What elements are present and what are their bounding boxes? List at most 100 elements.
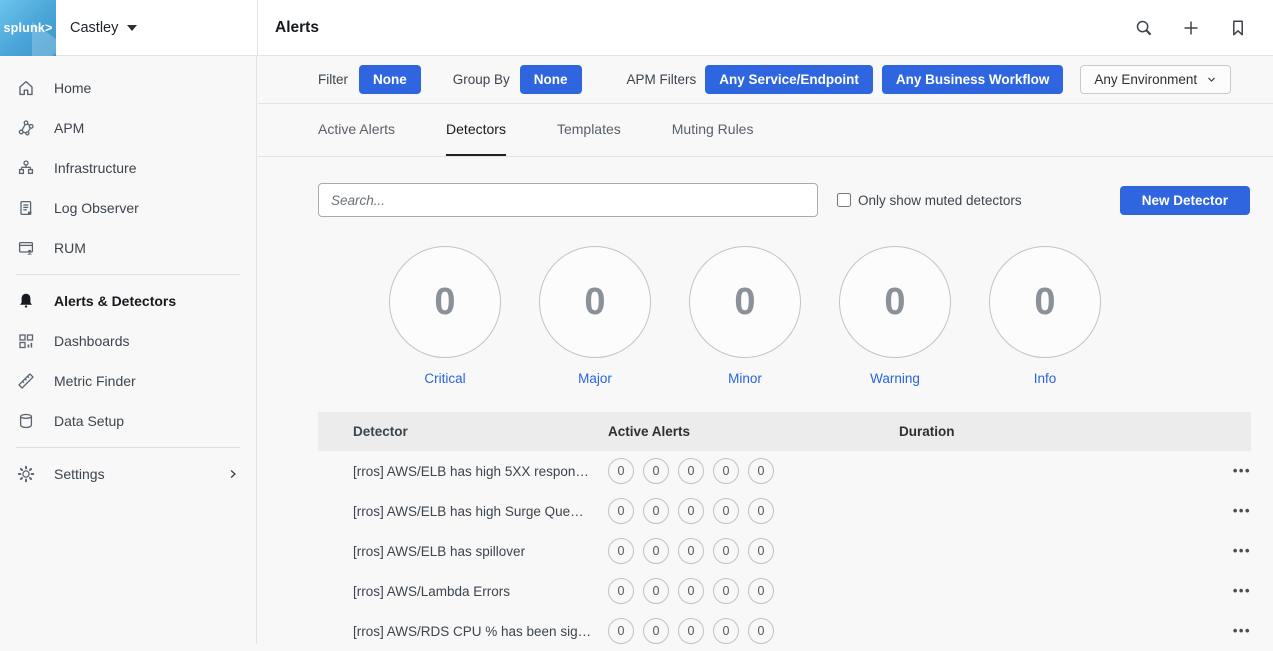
apm-icon xyxy=(17,119,35,137)
new-detector-button[interactable]: New Detector xyxy=(1120,186,1250,215)
sidebar-item-label: Alerts & Detectors xyxy=(54,293,240,309)
table-row: [rros] AWS/ELB has high 5XX respon… 0000… xyxy=(318,451,1251,491)
severity-label-link[interactable]: Major xyxy=(578,371,612,386)
sidebar-item-apm[interactable]: APM xyxy=(0,108,256,148)
muted-detectors-checkbox-row[interactable]: Only show muted detectors xyxy=(837,193,1022,208)
header-divider xyxy=(257,0,258,56)
row-overflow-menu-icon[interactable]: ••• xyxy=(1233,583,1251,598)
splunk-logo[interactable]: splunk> xyxy=(0,0,56,56)
detectors-panel: Only show muted detectors New Detector 0… xyxy=(258,157,1273,651)
sidebar-item-alerts-detectors[interactable]: Alerts & Detectors xyxy=(0,281,256,321)
detectors-table: Detector Active Alerts Duration [rros] A… xyxy=(318,412,1251,651)
sidebar-item-rum[interactable]: RUM xyxy=(0,228,256,268)
row-overflow-menu-icon[interactable]: ••• xyxy=(1233,463,1251,478)
active-alert-badges: 00000 xyxy=(608,498,899,524)
detector-name-link[interactable]: [rros] AWS/RDS CPU % has been sig… xyxy=(318,624,608,639)
row-overflow-menu-icon[interactable]: ••• xyxy=(1233,623,1251,638)
filter-label: Filter xyxy=(318,72,348,87)
tabs-bar: Active Alerts Detectors Templates Muting… xyxy=(258,104,1273,157)
sidebar-item-settings[interactable]: Settings xyxy=(0,454,256,494)
alert-count-badge: 0 xyxy=(643,538,669,564)
org-switcher[interactable]: Castley xyxy=(70,20,137,36)
environment-dropdown[interactable]: Any Environment xyxy=(1080,65,1231,94)
severity-item: 0 Minor xyxy=(689,246,801,386)
row-overflow-menu-icon[interactable]: ••• xyxy=(1233,543,1251,558)
apm-service-endpoint-button[interactable]: Any Service/Endpoint xyxy=(705,65,873,94)
log-observer-icon xyxy=(17,199,35,217)
alert-count-badge: 0 xyxy=(713,578,739,604)
alert-count-badge: 0 xyxy=(608,458,634,484)
detector-name-link[interactable]: [rros] AWS/ELB has high Surge Que… xyxy=(318,504,608,519)
severity-count: 0 xyxy=(434,281,455,324)
alert-count-badge: 0 xyxy=(608,618,634,644)
severity-count-circle: 0 xyxy=(989,246,1101,358)
severity-label-link[interactable]: Minor xyxy=(728,371,762,386)
alert-count-badge: 0 xyxy=(643,458,669,484)
database-icon xyxy=(17,412,35,430)
sidebar-item-label: RUM xyxy=(54,240,240,256)
table-header: Detector Active Alerts Duration xyxy=(318,412,1251,451)
tab-muting-rules[interactable]: Muting Rules xyxy=(672,104,754,156)
severity-item: 0 Info xyxy=(989,246,1101,386)
sidebar-item-home[interactable]: Home xyxy=(0,68,256,108)
alert-count-badge: 0 xyxy=(748,578,774,604)
org-name: Castley xyxy=(70,20,118,36)
column-header-active-alerts: Active Alerts xyxy=(608,424,899,439)
sidebar-item-dashboards[interactable]: Dashboards xyxy=(0,321,256,361)
alert-count-badge: 0 xyxy=(678,618,704,644)
severity-count-circle: 0 xyxy=(839,246,951,358)
sidebar-separator xyxy=(16,274,240,275)
table-body: [rros] AWS/ELB has high 5XX respon… 0000… xyxy=(318,451,1251,651)
detectors-toolbar: Only show muted detectors New Detector xyxy=(318,183,1250,217)
row-overflow-menu-icon[interactable]: ••• xyxy=(1233,503,1251,518)
detector-name-link[interactable]: [rros] AWS/Lambda Errors xyxy=(318,584,608,599)
sidebar-item-label: Settings xyxy=(54,466,207,482)
caret-down-icon xyxy=(127,25,137,31)
alert-count-badge: 0 xyxy=(713,498,739,524)
severity-label-link[interactable]: Info xyxy=(1034,371,1057,386)
search-input[interactable] xyxy=(318,183,818,217)
tab-detectors[interactable]: Detectors xyxy=(446,104,506,156)
alert-count-badge: 0 xyxy=(678,578,704,604)
sidebar-item-label: Log Observer xyxy=(54,200,240,216)
filter-none-button[interactable]: None xyxy=(359,65,421,94)
bookmark-icon[interactable] xyxy=(1229,19,1247,37)
alert-count-badge: 0 xyxy=(678,458,704,484)
severity-item: 0 Warning xyxy=(839,246,951,386)
alert-count-badge: 0 xyxy=(643,578,669,604)
apm-business-workflow-button[interactable]: Any Business Workflow xyxy=(882,65,1064,94)
alert-count-badge: 0 xyxy=(608,578,634,604)
active-alert-badges: 00000 xyxy=(608,458,899,484)
severity-label-link[interactable]: Warning xyxy=(870,371,920,386)
sidebar-separator xyxy=(16,447,240,448)
sidebar-item-metric-finder[interactable]: Metric Finder xyxy=(0,361,256,401)
chevron-down-icon xyxy=(1206,74,1217,85)
tab-active-alerts[interactable]: Active Alerts xyxy=(318,104,395,156)
alert-count-badge: 0 xyxy=(748,618,774,644)
group-by-label: Group By xyxy=(453,72,510,87)
severity-count: 0 xyxy=(584,281,605,324)
plus-icon[interactable] xyxy=(1182,19,1200,37)
tab-templates[interactable]: Templates xyxy=(557,104,621,156)
alert-count-badge: 0 xyxy=(643,498,669,524)
sidebar-item-infrastructure[interactable]: Infrastructure xyxy=(0,148,256,188)
active-alert-badges: 00000 xyxy=(608,578,899,604)
sidebar-item-log-observer[interactable]: Log Observer xyxy=(0,188,256,228)
alert-count-badge: 0 xyxy=(748,498,774,524)
severity-count: 0 xyxy=(884,281,905,324)
alert-count-badge: 0 xyxy=(678,498,704,524)
table-row: [rros] AWS/Lambda Errors 00000 ••• xyxy=(318,571,1251,611)
severity-label-link[interactable]: Critical xyxy=(424,371,465,386)
detector-name-link[interactable]: [rros] AWS/ELB has high 5XX respon… xyxy=(318,464,608,479)
dashboards-icon xyxy=(17,332,35,350)
gear-icon xyxy=(17,465,35,483)
home-icon xyxy=(17,79,35,97)
group-by-none-button[interactable]: None xyxy=(520,65,582,94)
alert-count-badge: 0 xyxy=(608,538,634,564)
severity-count: 0 xyxy=(1034,281,1055,324)
search-icon[interactable] xyxy=(1135,19,1153,37)
alert-count-badge: 0 xyxy=(713,458,739,484)
sidebar-item-data-setup[interactable]: Data Setup xyxy=(0,401,256,441)
detector-name-link[interactable]: [rros] AWS/ELB has spillover xyxy=(318,544,608,559)
muted-detectors-checkbox[interactable] xyxy=(837,193,851,207)
